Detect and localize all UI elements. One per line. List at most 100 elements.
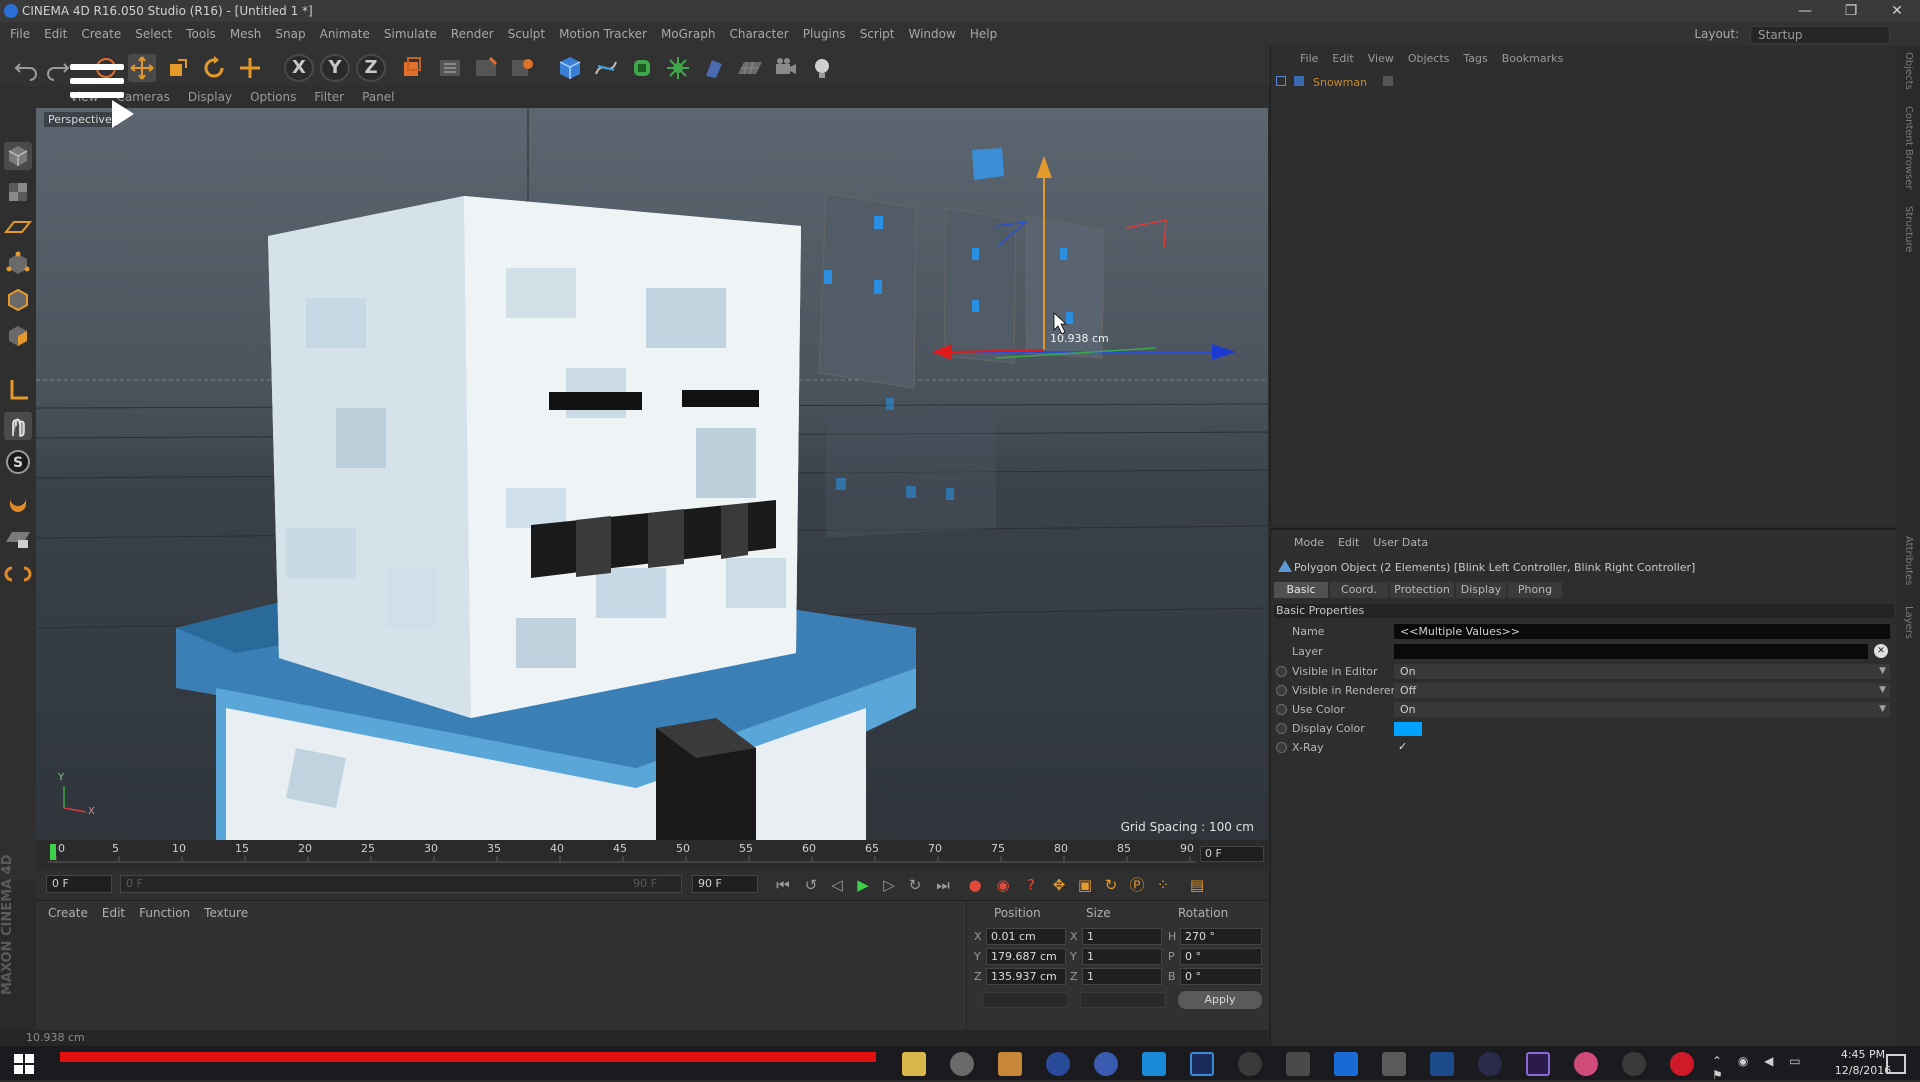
menu-help[interactable]: Help (963, 22, 1004, 46)
rotation-p-field[interactable]: 0 ° (1180, 948, 1262, 965)
end-frame-field[interactable]: 90 F (692, 875, 758, 893)
camera-object-icon[interactable] (772, 54, 800, 82)
light-object-icon[interactable] (808, 54, 836, 82)
animation-radio-icon[interactable] (1276, 704, 1287, 715)
menu-animate[interactable]: Animate (313, 22, 377, 46)
point-level-animation-icon[interactable]: ⁘ (1152, 875, 1174, 895)
timeline-window-icon[interactable]: ▤ (1186, 875, 1208, 895)
name-field[interactable]: <<Multiple Values>> (1394, 624, 1890, 639)
tab-content-browser[interactable]: Content Browser (1903, 106, 1914, 189)
menu-file[interactable]: File (0, 22, 37, 46)
model-mode-icon[interactable] (4, 142, 32, 170)
edges-mode-icon[interactable] (4, 286, 32, 314)
render-view-icon[interactable] (436, 54, 464, 82)
menu-sculpt[interactable]: Sculpt (501, 22, 552, 46)
app-skype-icon[interactable] (1142, 1052, 1166, 1076)
texture-mode-icon[interactable] (4, 178, 32, 206)
tab-coord[interactable]: Coord. (1330, 582, 1388, 598)
go-to-end-icon[interactable]: ⏭ (932, 875, 954, 895)
app-box-icon[interactable] (1334, 1052, 1358, 1076)
menu-tools[interactable]: Tools (179, 22, 223, 46)
spline-pen-icon[interactable] (592, 54, 620, 82)
x-axis-lock-button[interactable]: X (284, 54, 314, 82)
maximize-button[interactable]: ❐ (1828, 0, 1874, 22)
next-key-icon[interactable]: ↻ (904, 875, 926, 895)
viewport-menu-options[interactable]: Options (250, 86, 296, 108)
animation-radio-icon[interactable] (1276, 666, 1287, 677)
scale-tool-icon[interactable] (164, 54, 192, 82)
menu-motion-tracker[interactable]: Motion Tracker (552, 22, 654, 46)
move-tool-icon[interactable] (128, 54, 156, 82)
expand-icon[interactable] (1276, 76, 1286, 86)
tab-structure[interactable]: Structure (1903, 206, 1914, 253)
menu-edit[interactable]: Edit (37, 22, 74, 46)
scale-key-icon[interactable]: ▣ (1074, 875, 1096, 895)
size-x-field[interactable]: 1 (1082, 928, 1162, 945)
z-axis-lock-button[interactable]: Z (356, 54, 386, 82)
points-mode-icon[interactable] (4, 250, 32, 278)
autokeying-icon[interactable]: ◉ (992, 875, 1014, 895)
render-picture-viewer-icon[interactable] (472, 54, 500, 82)
tweak-mode-icon[interactable] (4, 412, 32, 440)
menu-mesh[interactable]: Mesh (223, 22, 269, 46)
workplane-lock-icon[interactable] (4, 524, 32, 552)
visibility-toggle-icon[interactable] (1382, 76, 1393, 86)
position-key-icon[interactable]: ✥ (1048, 875, 1070, 895)
play-forward-icon[interactable]: ▶ (852, 875, 874, 895)
previous-frame-icon[interactable]: ◁ (826, 875, 848, 895)
overlay-play-icon[interactable] (112, 100, 134, 128)
menu-character[interactable]: Character (722, 22, 795, 46)
video-progress-bar[interactable] (60, 1052, 876, 1062)
objects-menu-bookmarks[interactable]: Bookmarks (1502, 52, 1563, 65)
menu-simulate[interactable]: Simulate (377, 22, 444, 46)
app-tool-icon[interactable] (1382, 1052, 1406, 1076)
object-tree-item[interactable]: Snowman (1276, 76, 1393, 89)
tab-layers[interactable]: Layers (1903, 606, 1914, 639)
previous-key-icon[interactable]: ↺ (800, 875, 822, 895)
subdivision-surface-icon[interactable] (628, 54, 656, 82)
array-object-icon[interactable] (664, 54, 692, 82)
recent-tool-icon[interactable] (236, 54, 264, 82)
go-to-start-icon[interactable]: ⏮ (772, 875, 794, 895)
objects-menu-tags[interactable]: Tags (1463, 52, 1487, 65)
objects-menu-view[interactable]: View (1368, 52, 1394, 65)
current-frame-field[interactable]: 0 F (1200, 846, 1264, 862)
rotation-b-field[interactable]: 0 ° (1180, 968, 1262, 985)
menu-select[interactable]: Select (128, 22, 179, 46)
undo-icon[interactable] (12, 54, 40, 82)
app-refresh-icon[interactable] (1238, 1052, 1262, 1076)
animation-radio-icon[interactable] (1276, 723, 1287, 734)
coordinate-mode-dropdown[interactable] (982, 992, 1068, 1008)
xray-checkbox[interactable]: ✓ (1398, 740, 1407, 753)
app-settings-icon[interactable] (950, 1052, 974, 1076)
windows-start-icon[interactable] (14, 1054, 34, 1074)
record-active-objects-icon[interactable]: ● (964, 875, 986, 895)
attr-menu-mode[interactable]: Mode (1294, 536, 1324, 549)
axis-mode-icon[interactable] (4, 376, 32, 404)
objects-menu-file[interactable]: File (1300, 52, 1318, 65)
tab-objects[interactable]: Objects (1903, 52, 1914, 90)
animation-radio-icon[interactable] (1276, 685, 1287, 696)
parameter-key-icon[interactable]: Ⓟ (1126, 875, 1148, 895)
viewport-menu-panel[interactable]: Panel (362, 86, 394, 108)
app-archive-icon[interactable] (998, 1052, 1022, 1076)
material-menu-texture[interactable]: Texture (204, 906, 248, 920)
app-cinema4d-icon[interactable] (1094, 1052, 1118, 1076)
tab-basic[interactable]: Basic (1274, 582, 1328, 598)
floor-object-icon[interactable] (736, 54, 764, 82)
material-menu-edit[interactable]: Edit (102, 906, 125, 920)
app-window-icon[interactable] (1430, 1052, 1454, 1076)
preview-range-slider[interactable]: 0 F 90 F (120, 875, 682, 893)
apply-button[interactable]: Apply (1178, 991, 1262, 1009)
material-menu-function[interactable]: Function (139, 906, 190, 920)
polygons-mode-icon[interactable] (4, 322, 32, 350)
layout-dropdown[interactable]: Startup (1750, 25, 1890, 44)
next-frame-icon[interactable]: ▷ (878, 875, 900, 895)
viewport-menu-filter[interactable]: Filter (314, 86, 344, 108)
menu-plugins[interactable]: Plugins (796, 22, 853, 46)
position-z-field[interactable]: 135.937 cm (986, 968, 1066, 985)
menu-window[interactable]: Window (902, 22, 963, 46)
app-after-effects-icon[interactable] (1526, 1052, 1550, 1076)
position-y-field[interactable]: 179.687 cm (986, 948, 1066, 965)
size-z-field[interactable]: 1 (1082, 968, 1162, 985)
